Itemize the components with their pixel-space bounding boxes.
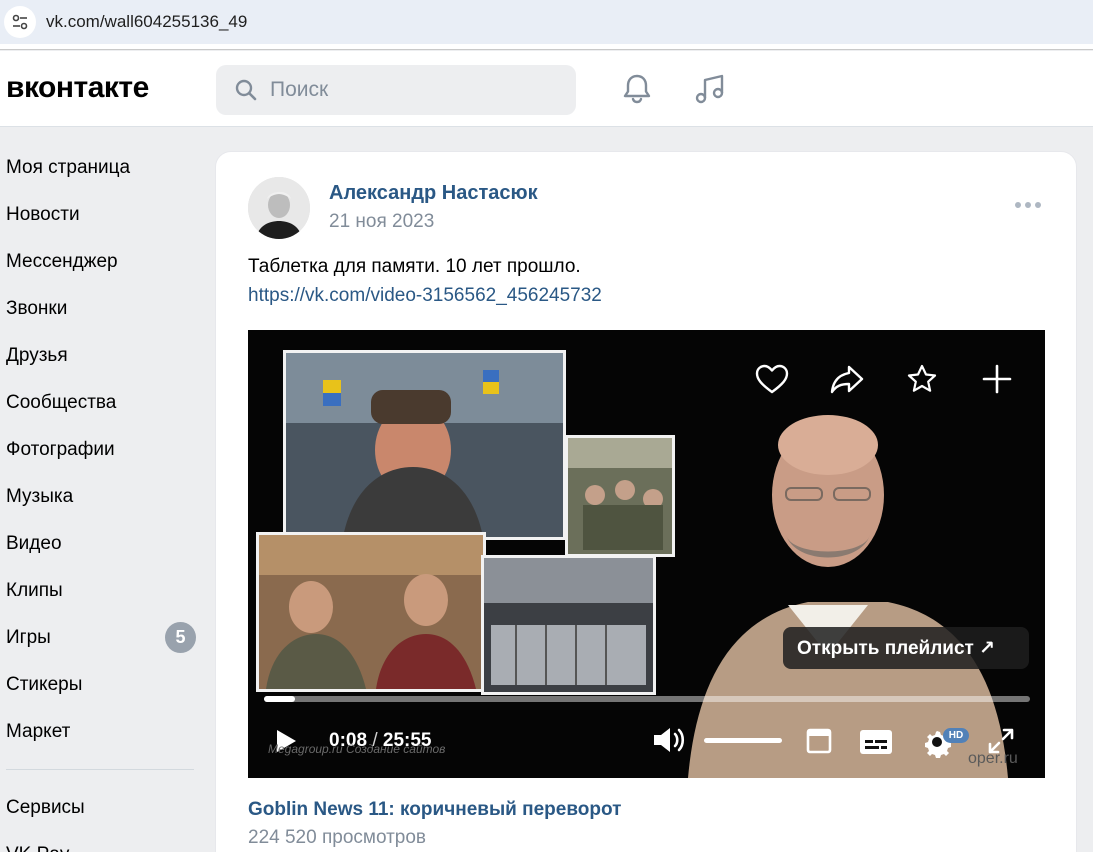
video-progress-fill [264, 696, 295, 702]
sidebar-item-label: Звонки [6, 297, 68, 319]
sidebar-item-stickers[interactable]: Стикеры [0, 661, 210, 708]
share-arrow-icon[interactable] [820, 352, 874, 406]
sidebar-item-communities[interactable]: Сообщества [0, 379, 210, 426]
sidebar-item-label: Видео [6, 532, 62, 554]
vk-logo[interactable]: вконтакте [6, 71, 149, 105]
collage-photo-soldiers [565, 435, 675, 557]
sidebar-item-label: Музыка [6, 485, 74, 507]
sidebar-item-video[interactable]: Видео [0, 520, 210, 567]
subtitles-icon[interactable] [859, 729, 893, 760]
search-input[interactable]: Поиск [216, 65, 576, 115]
sidebar-divider [6, 769, 194, 770]
left-sidebar: Моя страница Новости Мессенджер Звонки Д… [0, 144, 210, 852]
video-progress-bar[interactable] [264, 696, 1030, 702]
like-heart-icon[interactable] [745, 352, 799, 406]
sidebar-item-label: Игры [6, 626, 51, 648]
site-settings-icon[interactable] [4, 6, 36, 38]
avatar[interactable] [248, 177, 310, 239]
sidebar-item-label: Фотографии [6, 438, 115, 460]
sidebar-item-vk-pay[interactable]: VK Pay [0, 831, 210, 852]
open-playlist-button[interactable]: Открыть плейлист ↗ [783, 627, 1029, 669]
sidebar-item-label: Сообщества [6, 391, 117, 413]
collage-photo-meeting [256, 532, 486, 692]
mini-player-icon[interactable] [806, 728, 832, 759]
wall-post: Александр Настасюк 21 ноя 2023 Таблетка … [215, 151, 1077, 852]
post-author-link[interactable]: Александр Настасюк [329, 182, 538, 205]
bookmark-star-icon[interactable] [895, 352, 949, 406]
url-text[interactable]: vk.com/wall604255136_49 [46, 12, 247, 32]
post-text: Таблетка для памяти. 10 лет прошло. [248, 256, 581, 277]
sidebar-item-games[interactable]: Игры 5 [0, 614, 210, 661]
sidebar-item-label: Мессенджер [6, 250, 118, 272]
sidebar-item-label: Клипы [6, 579, 63, 601]
volume-icon[interactable] [652, 726, 686, 759]
collage-photo-riot-police [481, 555, 656, 695]
collage-photo-protester [283, 350, 566, 540]
video-presenter-image [668, 390, 1045, 778]
sidebar-item-friends[interactable]: Друзья [0, 332, 210, 379]
sidebar-item-services[interactable]: Сервисы [0, 784, 210, 831]
video-watermark-right: oper.ru [968, 750, 1018, 767]
sidebar-item-photos[interactable]: Фотографии [0, 426, 210, 473]
hd-quality-badge: HD [943, 728, 969, 743]
more-options-icon[interactable] [1013, 198, 1043, 210]
games-count-badge: 5 [165, 622, 196, 653]
search-placeholder: Поиск [270, 78, 329, 101]
post-date[interactable]: 21 ноя 2023 [329, 211, 434, 233]
video-watermark-left: Megagroup.ru Создание сайтов [268, 742, 446, 756]
sidebar-item-messenger[interactable]: Мессенджер [0, 238, 210, 285]
notifications-bell-icon[interactable] [619, 71, 655, 107]
sidebar-item-label: Моя страница [6, 156, 131, 178]
sidebar-item-label: Маркет [6, 720, 71, 742]
sidebar-item-market[interactable]: Маркет [0, 708, 210, 755]
sidebar-item-label: Друзья [6, 344, 68, 366]
add-plus-icon[interactable] [970, 352, 1024, 406]
sidebar-item-news[interactable]: Новости [0, 191, 210, 238]
sidebar-item-music[interactable]: Музыка [0, 473, 210, 520]
sidebar-item-label: Новости [6, 203, 80, 225]
video-views: 224 520 просмотров [248, 827, 427, 848]
search-icon [235, 79, 257, 101]
browser-address-bar: vk.com/wall604255136_49 [0, 0, 1093, 50]
address-field[interactable]: vk.com/wall604255136_49 [0, 0, 1093, 44]
sidebar-item-label: Стикеры [6, 673, 83, 695]
volume-slider[interactable] [704, 738, 782, 743]
sidebar-item-label: Сервисы [6, 796, 85, 818]
post-link[interactable]: https://vk.com/video-3156562_456245732 [248, 285, 602, 307]
sidebar-item-clips[interactable]: Клипы [0, 567, 210, 614]
video-title-link[interactable]: Goblin News 11: коричневый переворот [248, 799, 621, 821]
video-player[interactable]: Открыть плейлист ↗ 0:08 / 25:55 HD Megag… [248, 330, 1045, 778]
music-note-icon[interactable] [692, 71, 728, 107]
sidebar-item-calls[interactable]: Звонки [0, 285, 210, 332]
sidebar-item-my-page[interactable]: Моя страница [0, 144, 210, 191]
sidebar-item-label: VK Pay [6, 844, 69, 852]
vk-header: вконтакте Поиск [0, 51, 1093, 127]
